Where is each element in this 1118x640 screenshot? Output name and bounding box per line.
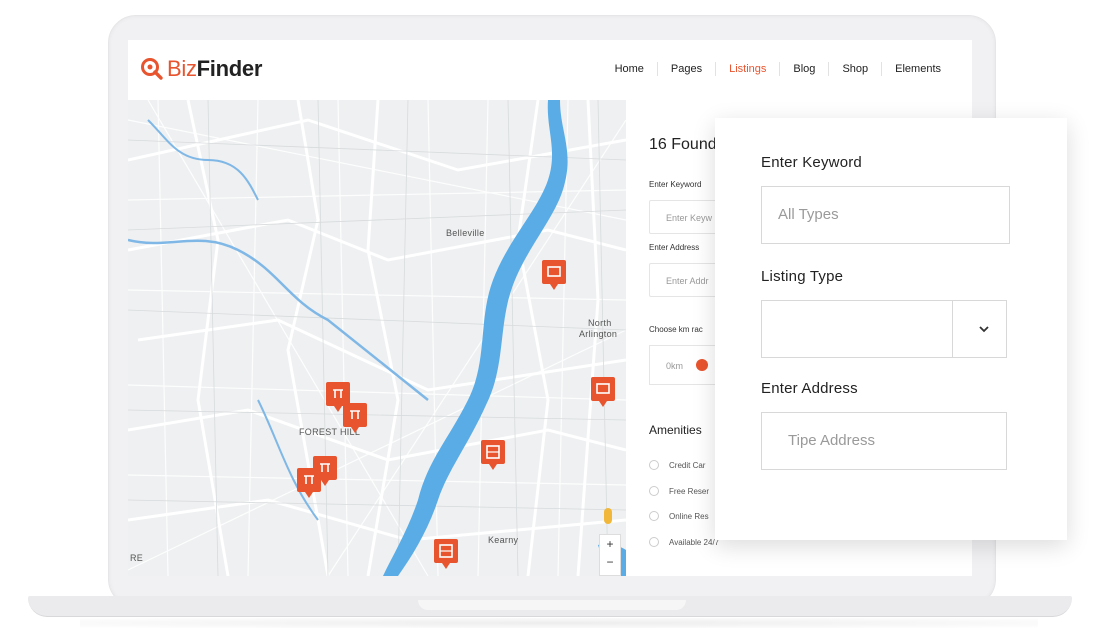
- popup-keyword-input[interactable]: All Types: [761, 186, 1010, 244]
- map-canvas: [128, 100, 626, 576]
- popup-listing-type-label: Listing Type: [761, 268, 844, 285]
- amenity-checkbox[interactable]: [649, 537, 659, 547]
- map-marker[interactable]: [297, 468, 321, 498]
- map-view[interactable]: Belleville North Arlington FOREST HILL K…: [128, 100, 626, 576]
- amenity-option[interactable]: Free Reser: [649, 486, 709, 496]
- main-nav: Home Pages Listings Blog Shop Elements: [602, 62, 954, 76]
- map-marker[interactable]: [343, 403, 367, 433]
- nav-blog[interactable]: Blog: [779, 62, 828, 76]
- zoom-out-button[interactable]: −: [600, 553, 620, 571]
- logo-text: BizFinder: [167, 56, 262, 82]
- map-label-edge: RE: [130, 553, 144, 563]
- top-bar: BizFinder Home Pages Listings Blog Shop …: [128, 40, 972, 101]
- shop-icon: [596, 383, 610, 394]
- radius-value: 0km: [666, 361, 684, 371]
- amenity-checkbox[interactable]: [649, 486, 659, 496]
- select-divider: [952, 301, 953, 357]
- nav-shop[interactable]: Shop: [828, 62, 881, 76]
- amenity-label: Credit Car: [669, 460, 706, 470]
- amenity-label: Available 24/7: [669, 537, 720, 547]
- results-count: 16 Found: [649, 136, 717, 153]
- restaurant-icon: [304, 475, 314, 484]
- amenity-option[interactable]: Credit Car: [649, 460, 705, 470]
- amenity-label: Free Reser: [669, 486, 710, 496]
- amenity-option[interactable]: Available 24/7: [649, 537, 719, 547]
- nav-listings[interactable]: Listings: [715, 62, 779, 76]
- logo-name: Finder: [196, 56, 263, 81]
- restaurant-icon: [333, 389, 343, 398]
- amenity-label: Online Res: [669, 511, 709, 521]
- building-icon: [486, 445, 500, 459]
- map-label-arlington: Arlington: [579, 329, 618, 339]
- map-marker[interactable]: [434, 539, 458, 569]
- map-marker[interactable]: [481, 440, 505, 470]
- map-label-north: North: [588, 318, 612, 328]
- nav-home[interactable]: Home: [602, 62, 657, 76]
- amenities-title: Amenities: [649, 423, 702, 437]
- map-marker[interactable]: [591, 377, 615, 407]
- search-popup-card: Enter Keyword All Types Listing Type Ent…: [715, 118, 1067, 540]
- shop-icon: [547, 266, 561, 277]
- laptop-shadow: [80, 618, 1038, 628]
- restaurant-icon: [350, 410, 360, 419]
- radius-handle[interactable]: [696, 359, 708, 371]
- building-icon: [439, 544, 453, 558]
- map-label-kearny: Kearny: [488, 535, 519, 545]
- popup-address-input[interactable]: Tipe Address: [761, 412, 1007, 470]
- radius-label: Choose km rac: [649, 325, 703, 334]
- amenity-checkbox[interactable]: [649, 460, 659, 470]
- amenity-option[interactable]: Online Res: [649, 511, 709, 521]
- address-label: Enter Address: [649, 243, 700, 252]
- amenity-checkbox[interactable]: [649, 511, 659, 521]
- street-view-icon[interactable]: [604, 508, 612, 524]
- popup-keyword-label: Enter Keyword: [761, 154, 862, 171]
- map-marker[interactable]: [542, 260, 566, 290]
- chevron-down-icon: [979, 326, 989, 333]
- logo-prefix: Biz: [167, 56, 197, 81]
- logo[interactable]: BizFinder: [140, 56, 262, 82]
- keyword-label: Enter Keyword: [649, 180, 702, 189]
- popup-address-label: Enter Address: [761, 380, 858, 397]
- search-logo-icon: [141, 58, 163, 80]
- map-label-belleville: Belleville: [446, 228, 485, 238]
- popup-listing-type-select[interactable]: [761, 300, 1007, 358]
- zoom-in-button[interactable]: +: [600, 535, 620, 553]
- nav-pages[interactable]: Pages: [656, 62, 715, 76]
- nav-elements[interactable]: Elements: [881, 62, 954, 76]
- zoom-control: + −: [599, 534, 621, 576]
- laptop-notch: [418, 600, 686, 610]
